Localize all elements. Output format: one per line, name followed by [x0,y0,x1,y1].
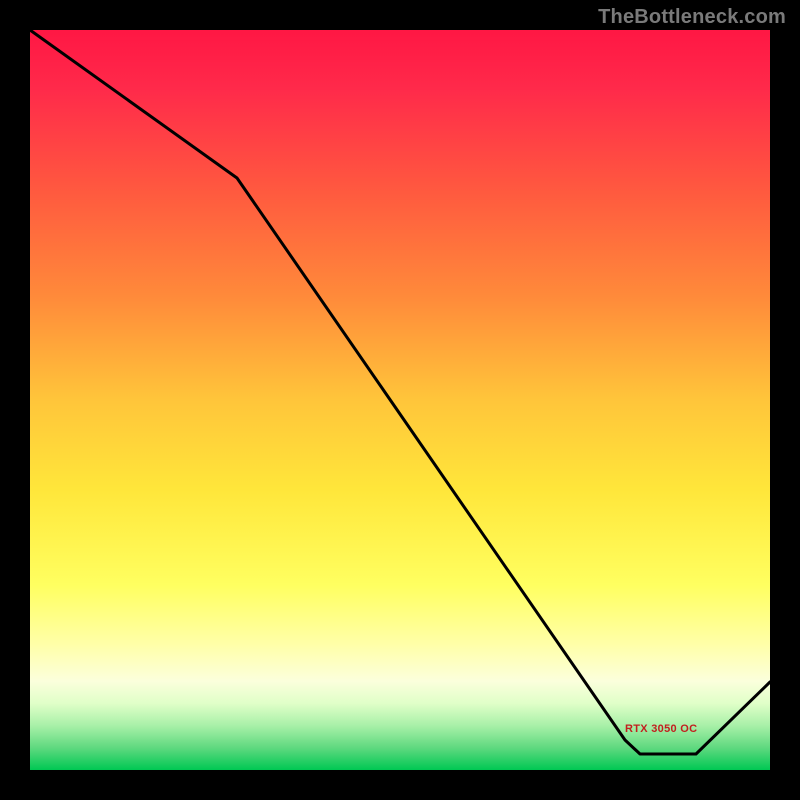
chart-canvas: TheBottleneck.com [0,0,800,800]
flat-segment-label: RTX 3050 OC [625,723,697,735]
plot-frame [30,30,770,770]
watermark-text: TheBottleneck.com [598,6,786,29]
gradient-background [30,30,770,770]
chart-svg [30,30,770,770]
